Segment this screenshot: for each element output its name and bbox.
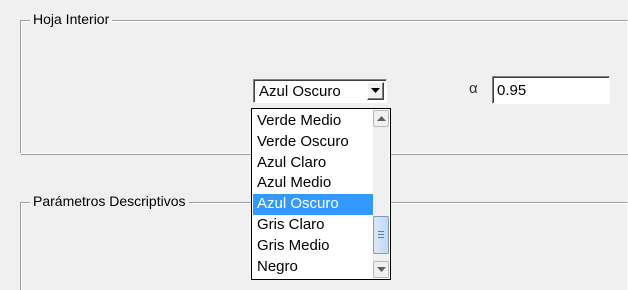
color-combo-value: Azul Oscuro <box>259 83 341 100</box>
dropdown-option[interactable]: Gris Medio <box>253 236 375 257</box>
scroll-up-icon <box>377 116 386 121</box>
scroll-down-icon <box>377 267 386 272</box>
scroll-down-button[interactable] <box>373 261 389 278</box>
color-combo[interactable]: Azul Oscuro <box>253 79 387 103</box>
dropdown-option[interactable]: Gris Claro <box>253 215 375 236</box>
color-options-list: Verde Medio Verde Oscuro Azul Claro Azul Me… <box>253 111 375 277</box>
dialog-panel: Hoja Interior Parámetros Descriptivos Az… <box>0 0 628 290</box>
dropdown-scrollbar[interactable] <box>373 110 389 278</box>
dropdown-option[interactable]: Negro <box>253 257 375 278</box>
scroll-thumb[interactable] <box>373 216 389 254</box>
dropdown-option[interactable]: Azul Claro <box>253 153 375 174</box>
alpha-input[interactable] <box>492 76 610 104</box>
thumb-grip-line <box>378 237 384 238</box>
inner-sheet-group-title: Hoja Interior <box>30 11 113 27</box>
thumb-grip-line <box>378 231 384 232</box>
thumb-grip-line <box>378 234 384 235</box>
scroll-up-button[interactable] <box>373 110 389 127</box>
alpha-label: α <box>469 80 478 97</box>
dropdown-option[interactable]: Azul Oscuro <box>253 194 375 215</box>
descriptive-params-group-title: Parámetros Descriptivos <box>30 193 189 209</box>
chevron-down-icon <box>371 88 380 93</box>
combo-dropdown-button[interactable] <box>367 82 384 100</box>
dropdown-option[interactable]: Verde Medio <box>253 111 375 132</box>
dropdown-option[interactable]: Verde Oscuro <box>253 132 375 153</box>
color-dropdown-list[interactable]: Verde Medio Verde Oscuro Azul Claro Azul Me… <box>251 108 391 280</box>
dropdown-option[interactable]: Azul Medio <box>253 173 375 194</box>
